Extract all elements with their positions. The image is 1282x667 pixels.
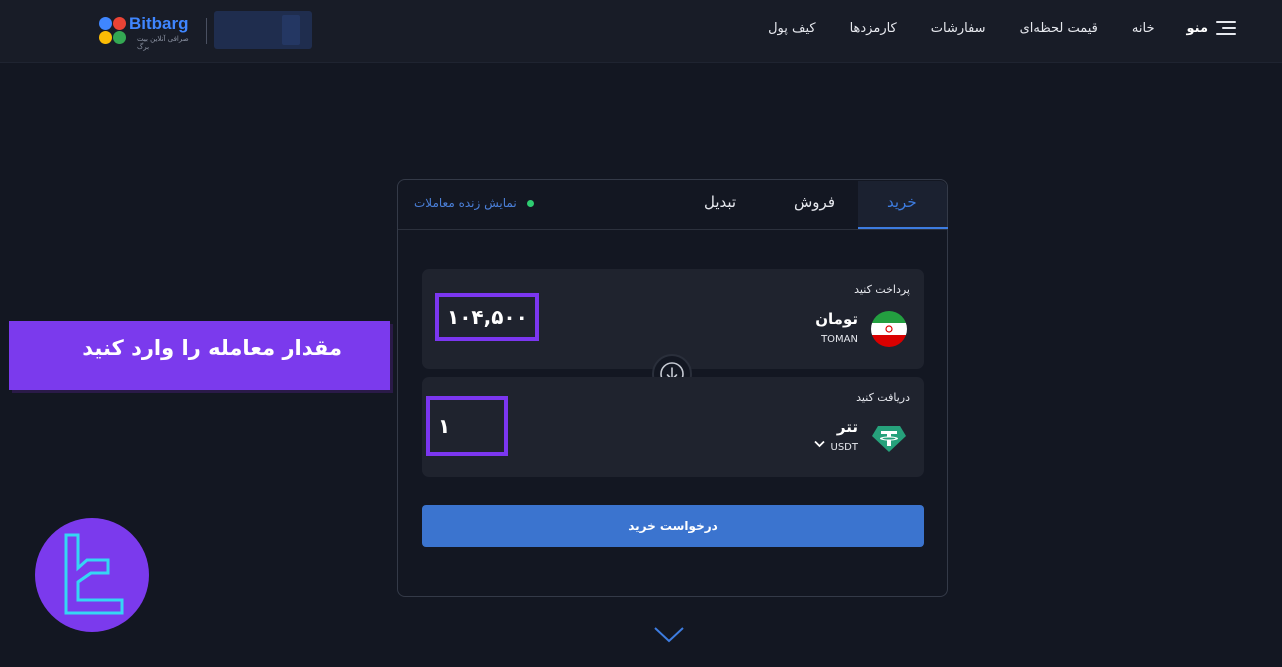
bitbarg-logo[interactable]: Bitbarg صرافی آنلاین بیت برگ [97,13,197,51]
receive-box: دریافت کنید تتر USDT [422,377,924,477]
pay-amount-input[interactable] [435,293,539,341]
trade-panel: خرید فروش تبدیل نمایش زنده معاملات پرداخ… [397,179,948,597]
active-tab-indicator [858,227,948,229]
logo-text: Bitbarg [129,14,189,33]
pay-currency-name: تومان [815,310,858,328]
header-divider [206,18,207,44]
tab-sell[interactable]: فروش [794,193,835,211]
nav-item-fees[interactable]: کارمزدها [850,21,897,36]
account-box[interactable] [214,11,312,49]
nav-item-orders[interactable]: سفارشات [931,21,986,36]
pay-currency-code: TOMAN [821,334,858,345]
scroll-down-chevron-icon[interactable] [653,625,685,645]
currency-chevron-down-icon[interactable] [814,440,825,451]
instruction-text: مقدار معامله را وارد کنید [82,336,342,360]
buy-request-button[interactable]: درخواست خرید [422,505,924,547]
tab-convert[interactable]: تبدیل [704,193,736,211]
menu-label: منو [1186,20,1208,36]
receive-amount-input[interactable] [426,396,508,456]
nav-item-live-price[interactable]: قیمت لحظه‌ای [1020,21,1098,36]
tether-icon [871,425,907,453]
pay-label: پرداخت کنید [854,283,910,296]
top-header: Bitbarg صرافی آنلاین بیت برگ منو خانه قی… [0,0,1282,63]
instruction-banner: مقدار معامله را وارد کنید [9,321,390,390]
receive-label: دریافت کنید [856,391,910,404]
receive-currency-code[interactable]: USDT [831,442,858,453]
iran-flag-icon [871,311,907,347]
trade-tabs: خرید فروش تبدیل نمایش زنده معاملات [398,180,948,230]
brand-logo-icon [64,533,124,615]
receive-currency-name: تتر [836,418,858,436]
brand-watermark-logo [35,518,149,632]
live-trades-label: نمایش زنده معاملات [414,196,517,210]
live-trades-link[interactable]: نمایش زنده معاملات [414,196,534,210]
nav-item-home[interactable]: خانه [1132,21,1155,36]
main-nav: منو خانه قیمت لحظه‌ای سفارشات کارمزدها ک… [734,20,1236,36]
live-status-dot [526,199,534,207]
hamburger-icon [1216,20,1236,36]
account-avatar [282,15,300,45]
tab-buy[interactable]: خرید [887,193,917,211]
nav-item-wallet[interactable]: کیف پول [768,21,815,36]
logo-subtitle: صرافی آنلاین بیت برگ [137,35,189,51]
logo-dots-icon [97,15,129,45]
menu-button[interactable]: منو [1186,20,1236,36]
